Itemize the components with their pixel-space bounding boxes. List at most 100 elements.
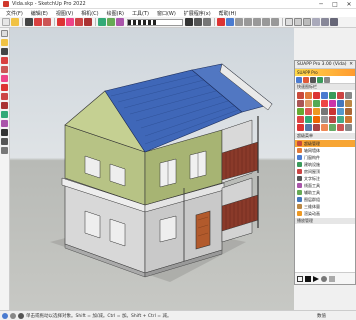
menu-list-item[interactable]: 三维体量 bbox=[295, 203, 355, 210]
house-model[interactable] bbox=[10, 28, 294, 310]
tool-icon-6[interactable] bbox=[337, 92, 344, 99]
rectangle-icon[interactable] bbox=[1, 66, 8, 73]
left-view-icon[interactable] bbox=[271, 18, 279, 26]
tool-icon-14[interactable] bbox=[345, 100, 352, 107]
menu-draw[interactable]: 绘图(R) bbox=[103, 10, 128, 17]
pencil-icon[interactable] bbox=[25, 18, 33, 26]
tool-icon-5[interactable] bbox=[329, 92, 336, 99]
move-icon[interactable] bbox=[1, 84, 8, 91]
loop-icon[interactable] bbox=[329, 275, 335, 282]
tool-icon-18[interactable] bbox=[321, 108, 328, 115]
menu-list-item[interactable]: 门窗构件 bbox=[295, 154, 355, 161]
orbit-icon[interactable] bbox=[1, 129, 8, 136]
tool-icon-31[interactable] bbox=[313, 124, 320, 131]
protractor-icon[interactable] bbox=[107, 18, 115, 26]
menu-list-item[interactable]: 建筑设施 bbox=[295, 161, 355, 168]
tool-icon-4[interactable] bbox=[321, 92, 328, 99]
tool-icon-17[interactable] bbox=[313, 108, 320, 115]
tool-icon-33[interactable] bbox=[329, 124, 336, 131]
wireframe-icon[interactable] bbox=[294, 18, 302, 26]
maximize-button[interactable]: □ bbox=[328, 0, 342, 9]
paint-bucket-icon[interactable] bbox=[116, 18, 124, 26]
geo-location-icon[interactable] bbox=[2, 312, 8, 319]
tool-icon-13[interactable] bbox=[337, 100, 344, 107]
tool-icon-8[interactable] bbox=[297, 100, 304, 107]
tool-icon-26[interactable] bbox=[329, 116, 336, 123]
stop-icon[interactable] bbox=[305, 275, 311, 282]
zoom-extents-icon[interactable] bbox=[217, 18, 225, 26]
tool-icon-35[interactable] bbox=[345, 124, 352, 131]
menu-list-item[interactable]: 文字标注 bbox=[295, 175, 355, 182]
zoom-icon[interactable] bbox=[203, 18, 211, 26]
textured-icon[interactable] bbox=[321, 18, 329, 26]
iso-view-icon[interactable] bbox=[226, 18, 234, 26]
menu-list-item[interactable]: 房间屋顶 bbox=[295, 168, 355, 175]
orbit-icon[interactable] bbox=[185, 18, 193, 26]
pan-icon[interactable] bbox=[1, 138, 8, 145]
select-icon[interactable] bbox=[1, 30, 8, 37]
tool-icon-2[interactable] bbox=[305, 92, 312, 99]
select-tool-icon[interactable] bbox=[2, 18, 10, 26]
tool-icon-29[interactable] bbox=[297, 124, 304, 131]
scale-ruler[interactable] bbox=[127, 18, 183, 26]
menu-list-item[interactable]: 辅助工具 bbox=[295, 189, 355, 196]
minimize-button[interactable]: ─ bbox=[314, 0, 328, 9]
tool-icon-19[interactable] bbox=[329, 108, 336, 115]
tool-icon-25[interactable] bbox=[321, 116, 328, 123]
rotate-icon[interactable] bbox=[75, 18, 83, 26]
tool-icon-23[interactable] bbox=[305, 116, 312, 123]
tool-icon-12[interactable] bbox=[329, 100, 336, 107]
panel-close-button[interactable]: ✕ bbox=[349, 61, 355, 68]
menu-file[interactable]: 文件(F) bbox=[2, 10, 27, 17]
help-icon[interactable] bbox=[324, 76, 330, 83]
tool-icon-34[interactable] bbox=[337, 124, 344, 131]
menu-window[interactable]: 窗口(W) bbox=[153, 10, 180, 17]
tool-icon-1[interactable] bbox=[297, 92, 304, 99]
tool-icon-22[interactable] bbox=[297, 116, 304, 123]
play-icon[interactable] bbox=[313, 275, 319, 282]
rotate-icon[interactable] bbox=[1, 93, 8, 100]
top-view-icon[interactable] bbox=[235, 18, 243, 26]
tool-icon-10[interactable] bbox=[313, 100, 320, 107]
user-icon[interactable] bbox=[18, 312, 24, 319]
tool-icon-7[interactable] bbox=[345, 92, 352, 99]
tape-measure-icon[interactable] bbox=[1, 111, 8, 118]
eraser-icon[interactable] bbox=[11, 18, 19, 26]
tool-icon-28[interactable] bbox=[345, 116, 352, 123]
monochrome-icon[interactable] bbox=[330, 18, 338, 26]
record-icon[interactable] bbox=[297, 275, 303, 282]
tape-measure-icon[interactable] bbox=[98, 18, 106, 26]
menu-camera[interactable]: 相机(C) bbox=[77, 10, 102, 17]
modeling-viewport[interactable] bbox=[10, 28, 294, 310]
refresh-icon[interactable] bbox=[317, 76, 323, 83]
menu-list-item[interactable]: 渲染动画 bbox=[295, 210, 355, 217]
menu-edit[interactable]: 编辑(E) bbox=[27, 10, 52, 17]
line-icon[interactable] bbox=[1, 48, 8, 55]
scale-icon[interactable] bbox=[1, 102, 8, 109]
tool-icon-15[interactable] bbox=[297, 108, 304, 115]
menu-list-item[interactable]: 轴网墙体 bbox=[295, 147, 355, 154]
close-button[interactable]: ✕ bbox=[342, 0, 356, 9]
back-view-icon[interactable] bbox=[262, 18, 270, 26]
tool-icon-11[interactable] bbox=[321, 100, 328, 107]
menu-list-item[interactable]: 线面工具 bbox=[295, 182, 355, 189]
menu-extensions[interactable]: 扩展程序(x) bbox=[180, 10, 215, 17]
push-pull-icon[interactable] bbox=[1, 75, 8, 82]
hidden-line-icon[interactable] bbox=[303, 18, 311, 26]
menu-help[interactable]: 帮助(H) bbox=[215, 10, 241, 17]
shape-icon[interactable] bbox=[43, 18, 51, 26]
pan-icon[interactable] bbox=[194, 18, 202, 26]
xray-icon[interactable] bbox=[285, 18, 293, 26]
menu-view[interactable]: 视图(V) bbox=[52, 10, 77, 17]
right-view-icon[interactable] bbox=[253, 18, 261, 26]
front-view-icon[interactable] bbox=[244, 18, 252, 26]
push-pull-icon[interactable] bbox=[66, 18, 74, 26]
tool-icon-3[interactable] bbox=[313, 92, 320, 99]
zoom-icon[interactable] bbox=[1, 147, 8, 154]
menu-tools[interactable]: 工具(T) bbox=[128, 10, 153, 17]
credits-icon[interactable] bbox=[10, 312, 16, 319]
arc-icon[interactable] bbox=[1, 57, 8, 64]
tool-icon-27[interactable] bbox=[337, 116, 344, 123]
tool-icon-32[interactable] bbox=[321, 124, 328, 131]
follow-me-icon[interactable] bbox=[84, 18, 92, 26]
